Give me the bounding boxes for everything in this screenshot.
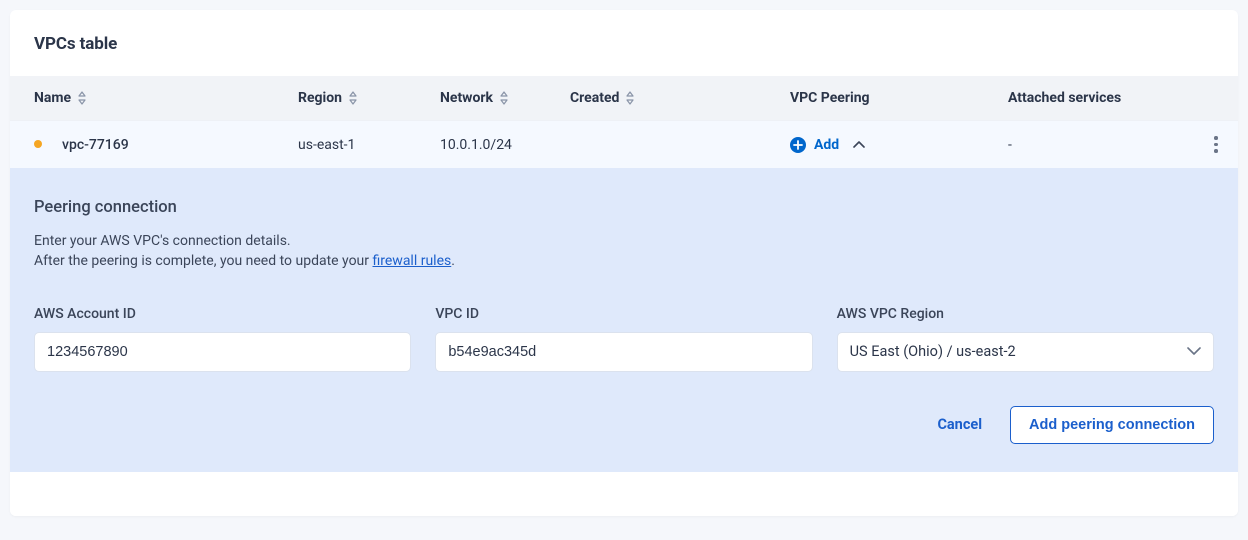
card-title: VPCs table: [34, 34, 1214, 54]
kebab-dot-icon: [1214, 143, 1218, 147]
panel-desc-line1: Enter your AWS VPC's connection details.: [34, 233, 291, 249]
row-peering-cell: Add: [790, 137, 1008, 153]
add-peering-button[interactable]: Add: [790, 137, 867, 153]
row-menu-cell: [1184, 136, 1218, 153]
column-header-region[interactable]: Region: [298, 90, 440, 106]
column-header-created-label: Created: [570, 90, 619, 106]
panel-desc-line2-prefix: After the peering is complete, you need …: [34, 253, 373, 269]
aws-vpc-region-select[interactable]: US East (Ohio) / us-east-2: [837, 332, 1214, 372]
kebab-dot-icon: [1214, 149, 1218, 153]
column-header-peering-label: VPC Peering: [790, 90, 870, 106]
form-row: AWS Account ID VPC ID AWS VPC Region US …: [34, 306, 1214, 372]
row-region-cell: us-east-1: [298, 137, 440, 153]
table-header: Name Region Network Created VPC Peering: [10, 76, 1238, 120]
column-header-attached-label: Attached services: [1008, 90, 1121, 106]
card-footer-spacer: [10, 472, 1238, 516]
chevron-up-icon: [851, 137, 867, 153]
panel-desc-line2-suffix: .: [451, 253, 455, 269]
vpc-id-field-group: VPC ID: [435, 306, 812, 372]
aws-account-id-label: AWS Account ID: [34, 306, 411, 322]
table-row: vpc-77169 us-east-1 10.0.1.0/24 Add -: [10, 120, 1238, 168]
vpc-id-input[interactable]: [435, 332, 812, 372]
row-attached-cell: -: [1008, 137, 1184, 153]
sort-icon: [348, 91, 358, 105]
sort-icon: [77, 91, 87, 105]
vpcs-card: VPCs table Name Region Network Created: [10, 10, 1238, 516]
aws-vpc-region-value: US East (Ohio) / us-east-2: [850, 343, 1016, 360]
aws-account-id-input[interactable]: [34, 332, 411, 372]
add-peering-connection-button[interactable]: Add peering connection: [1010, 406, 1214, 444]
aws-account-id-field-group: AWS Account ID: [34, 306, 411, 372]
panel-actions: Cancel Add peering connection: [34, 406, 1214, 444]
row-menu-button[interactable]: [1214, 136, 1218, 153]
row-attached-text: -: [1008, 137, 1012, 153]
cancel-button[interactable]: Cancel: [937, 416, 982, 433]
panel-description: Enter your AWS VPC's connection details.…: [34, 231, 1214, 272]
column-header-attached: Attached services: [1008, 90, 1184, 106]
sort-icon: [499, 91, 509, 105]
row-name-cell: vpc-77169: [30, 137, 298, 153]
column-header-region-label: Region: [298, 90, 342, 106]
panel-title: Peering connection: [34, 198, 1214, 217]
card-title-bar: VPCs table: [10, 10, 1238, 76]
row-network-cell: 10.0.1.0/24: [440, 137, 570, 153]
plus-icon: [790, 137, 806, 153]
chevron-down-icon: [1187, 343, 1201, 360]
row-network-text: 10.0.1.0/24: [440, 137, 512, 153]
status-dot-icon: [34, 140, 42, 148]
sort-icon: [625, 91, 635, 105]
peering-panel: Peering connection Enter your AWS VPC's …: [10, 168, 1238, 472]
aws-vpc-region-field-group: AWS VPC Region US East (Ohio) / us-east-…: [837, 306, 1214, 372]
add-peering-label: Add: [814, 137, 839, 153]
vpc-id-label: VPC ID: [435, 306, 812, 322]
row-name-text: vpc-77169: [62, 137, 129, 153]
column-header-created[interactable]: Created: [570, 90, 790, 106]
kebab-dot-icon: [1214, 136, 1218, 140]
column-header-peering: VPC Peering: [790, 90, 1008, 106]
column-header-network[interactable]: Network: [440, 90, 570, 106]
row-region-text: us-east-1: [298, 137, 355, 153]
column-header-name-label: Name: [34, 90, 71, 106]
firewall-rules-link[interactable]: firewall rules: [373, 253, 452, 269]
column-header-network-label: Network: [440, 90, 493, 106]
column-header-name[interactable]: Name: [30, 90, 298, 106]
aws-vpc-region-label: AWS VPC Region: [837, 306, 1214, 322]
